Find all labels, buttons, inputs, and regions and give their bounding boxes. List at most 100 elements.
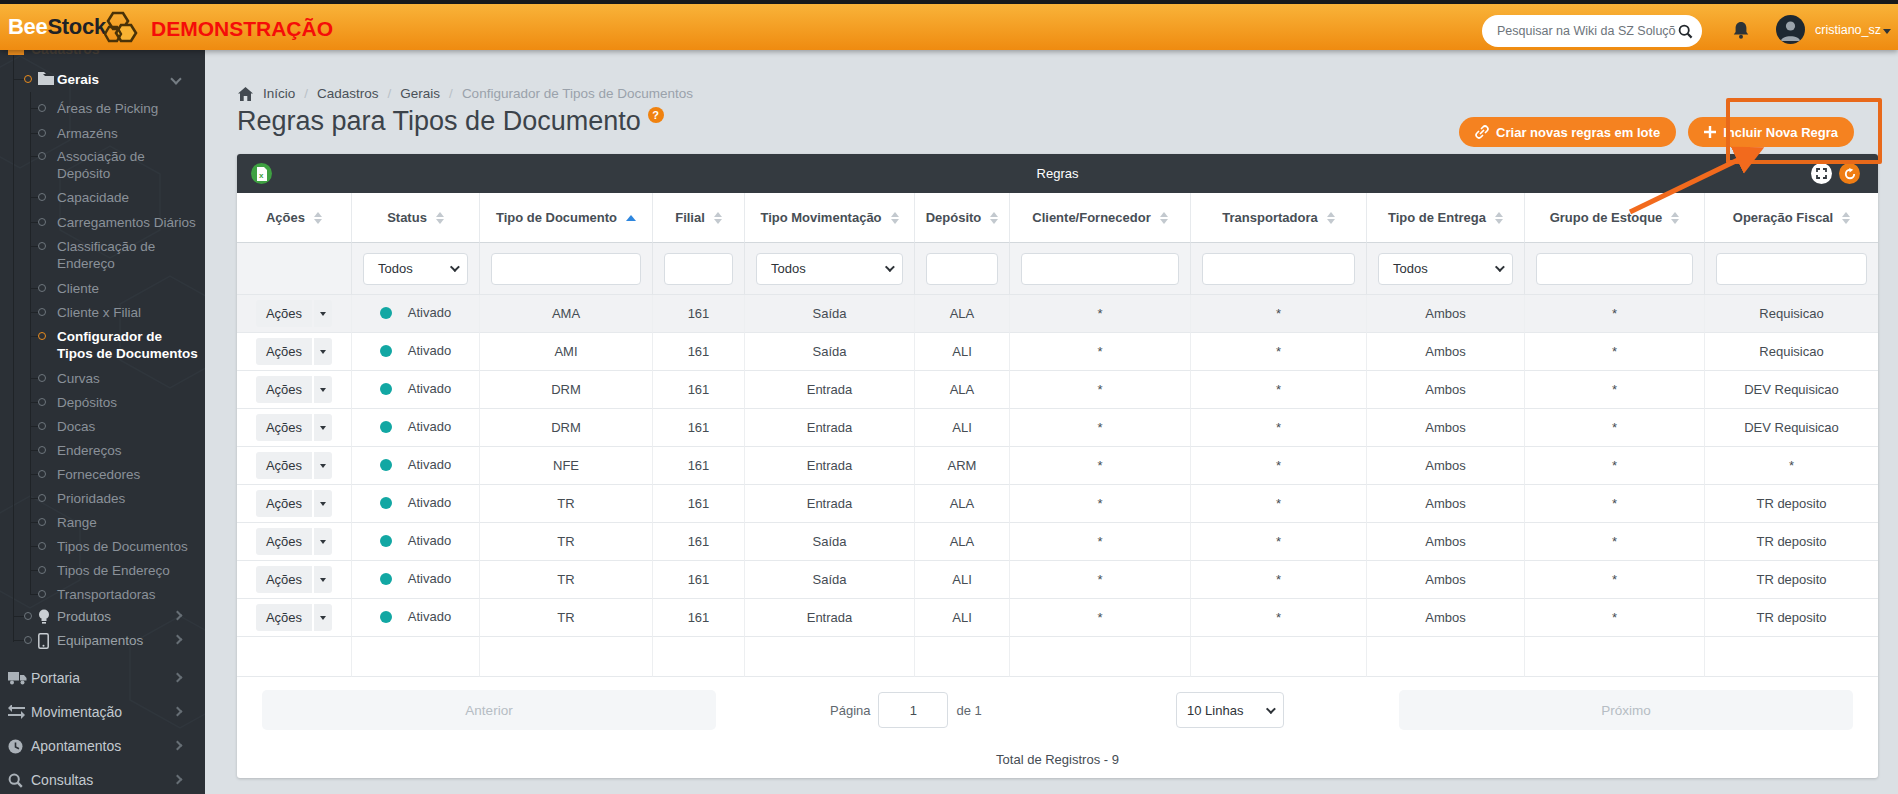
- row-actions-caret[interactable]: [314, 566, 332, 593]
- data-cell: *: [1524, 295, 1704, 333]
- help-icon[interactable]: ?: [648, 107, 664, 123]
- row-actions-button[interactable]: Ações: [256, 490, 332, 517]
- filter-select[interactable]: Todos: [363, 253, 468, 285]
- sort-icon[interactable]: [891, 212, 899, 224]
- row-actions-button[interactable]: Ações: [256, 414, 332, 441]
- row-actions-button[interactable]: Ações: [256, 300, 332, 327]
- app-logo[interactable]: BeeStock: [8, 14, 106, 40]
- row-actions-button[interactable]: Ações: [256, 452, 332, 479]
- row-actions-button[interactable]: Ações: [256, 338, 332, 365]
- column-header-grupo-de-estoque[interactable]: Grupo de Estoque: [1524, 193, 1704, 243]
- sort-icon[interactable]: [1327, 212, 1335, 224]
- row-actions-caret[interactable]: [314, 604, 332, 631]
- sort-icon[interactable]: [1671, 212, 1679, 224]
- search-icon[interactable]: [1678, 24, 1693, 39]
- column-header-a-es[interactable]: Ações: [237, 193, 351, 243]
- filter-input[interactable]: [926, 253, 998, 285]
- column-label: Depósito: [926, 210, 982, 225]
- filter-input[interactable]: [1021, 253, 1179, 285]
- incluir-nova-regra-button[interactable]: Incluir Nova Regra: [1688, 117, 1854, 147]
- data-cell: Entrada: [744, 599, 914, 637]
- column-header-tipo-de-documento[interactable]: Tipo de Documento: [479, 193, 652, 243]
- filter-select[interactable]: Todos: [1378, 253, 1513, 285]
- column-header-opera-o-fiscal[interactable]: Operação Fiscal: [1704, 193, 1878, 243]
- row-actions-caret[interactable]: [314, 452, 332, 479]
- sort-icon[interactable]: [1160, 212, 1168, 224]
- data-cell: ALI: [914, 409, 1009, 447]
- user-menu-caret-icon[interactable]: [1883, 29, 1891, 34]
- criar-regras-lote-button[interactable]: Criar novas regras em lote: [1459, 117, 1676, 147]
- sort-icon[interactable]: [436, 212, 444, 224]
- bulb-icon: [38, 609, 50, 625]
- sort-icon[interactable]: [714, 212, 722, 224]
- column-header-transportadora[interactable]: Transportadora: [1190, 193, 1366, 243]
- row-actions-caret[interactable]: [314, 338, 332, 365]
- sidebar-item-label: Portaria: [31, 670, 171, 687]
- wiki-search-input[interactable]: [1482, 24, 1678, 38]
- filter-input[interactable]: [491, 253, 641, 285]
- column-header-status[interactable]: Status: [351, 193, 479, 243]
- column-header-filial[interactable]: Filial: [652, 193, 744, 243]
- row-actions-button[interactable]: Ações: [256, 566, 332, 593]
- row-actions-button[interactable]: Ações: [256, 376, 332, 403]
- filter-input[interactable]: [1716, 253, 1867, 285]
- page-size-select[interactable]: 10 Linhas: [1176, 692, 1284, 728]
- notifications-bell-icon[interactable]: [1732, 21, 1750, 44]
- user-avatar[interactable]: [1776, 15, 1805, 44]
- row-actions-label: Ações: [256, 490, 312, 517]
- tree-connector: [30, 522, 38, 523]
- previous-page-button[interactable]: Anterior: [262, 690, 716, 730]
- row-actions-caret[interactable]: [314, 490, 332, 517]
- data-cell: *: [1190, 447, 1366, 485]
- sort-icon[interactable]: [1495, 212, 1503, 224]
- sidebar-item-label: Configurador de Tipos de Documentos: [57, 328, 199, 362]
- empty-cell: [1704, 637, 1878, 677]
- column-header-tipo-movimenta-o[interactable]: Tipo Movimentação: [744, 193, 914, 243]
- row-actions-button[interactable]: Ações: [256, 604, 332, 631]
- bullet-icon: [38, 193, 46, 201]
- breadcrumb-item-1[interactable]: Início: [263, 86, 295, 101]
- fullscreen-icon[interactable]: [1811, 163, 1832, 184]
- bullet-icon: [38, 542, 46, 550]
- next-page-button[interactable]: Próximo: [1399, 690, 1853, 730]
- data-cell: ARM: [914, 447, 1009, 485]
- filter-input[interactable]: [1202, 253, 1355, 285]
- table-card: x Regras AçõesStatusTipo de DocumentoFil…: [237, 154, 1878, 778]
- sort-icon[interactable]: [314, 212, 322, 224]
- sidebar-item-label: Cliente x Filial: [57, 304, 199, 321]
- actions-cell: Ações: [237, 485, 351, 523]
- column-header-tipo-de-entrega[interactable]: Tipo de Entrega: [1366, 193, 1524, 243]
- tree-connector: [30, 222, 38, 223]
- row-actions-caret[interactable]: [314, 300, 332, 327]
- tree-connector: [30, 426, 38, 427]
- filter-input[interactable]: [1536, 253, 1693, 285]
- tree-connector: [30, 133, 38, 134]
- row-actions-button[interactable]: Ações: [256, 528, 332, 555]
- page-number-input[interactable]: [878, 692, 948, 728]
- home-icon[interactable]: [238, 87, 253, 101]
- sort-icon[interactable]: [990, 212, 998, 224]
- filter-select[interactable]: Todos: [756, 253, 903, 285]
- filter-cell-tipo-de-entrega: Todos: [1366, 243, 1524, 295]
- row-actions-caret[interactable]: [314, 414, 332, 441]
- table-row-8: AçõesAtivadoTR161SaídaALI**Ambos*TR depo…: [237, 561, 1878, 599]
- refresh-icon[interactable]: [1839, 163, 1860, 184]
- column-header-dep-sito[interactable]: Depósito: [914, 193, 1009, 243]
- breadcrumb-item-2[interactable]: Cadastros: [317, 86, 379, 101]
- filter-cell-grupo-de-estoque: [1524, 243, 1704, 295]
- username[interactable]: cristiano_sz: [1815, 23, 1881, 37]
- breadcrumb-item-3[interactable]: Gerais: [400, 86, 440, 101]
- action-button-label: Criar novas regras em lote: [1496, 125, 1660, 140]
- empty-cell: [351, 637, 479, 677]
- sort-asc-icon[interactable]: [626, 215, 636, 221]
- breadcrumb-item-4: Configurador de Tipos de Documentos: [462, 86, 693, 101]
- row-actions-caret[interactable]: [314, 376, 332, 403]
- data-cell: *: [1190, 561, 1366, 599]
- data-cell: 161: [652, 599, 744, 637]
- row-actions-caret[interactable]: [314, 528, 332, 555]
- filter-select-value: Todos: [771, 261, 885, 276]
- column-header-cliente-fornecedor[interactable]: Cliente/Fornecedor: [1009, 193, 1190, 243]
- sort-icon[interactable]: [1842, 212, 1850, 224]
- status-label: Ativado: [408, 609, 451, 624]
- filter-input[interactable]: [664, 253, 733, 285]
